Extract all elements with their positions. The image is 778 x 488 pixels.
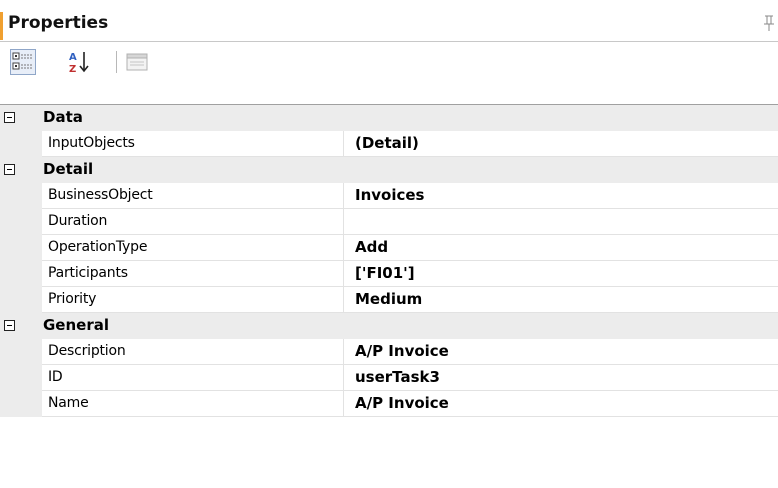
row-gutter	[0, 287, 42, 313]
column-divider[interactable]	[343, 183, 344, 209]
row-gutter	[0, 209, 42, 235]
category-label: Detail	[43, 160, 94, 178]
property-value[interactable]: ['FI01']	[355, 264, 415, 282]
column-divider[interactable]	[343, 365, 344, 391]
property-pages-icon[interactable]	[124, 49, 150, 75]
category-row-data[interactable]: Data	[0, 105, 778, 131]
row-gutter	[0, 339, 42, 365]
property-row[interactable]: Duration	[0, 209, 778, 235]
properties-panel: Properties A Z Data InputObjects (Detail…	[0, 0, 778, 488]
property-row[interactable]: ID userTask3	[0, 365, 778, 391]
category-label: Data	[43, 108, 83, 126]
category-row-general[interactable]: General	[0, 313, 778, 339]
property-name[interactable]: InputObjects	[48, 135, 135, 151]
property-value[interactable]: A/P Invoice	[355, 342, 449, 360]
property-name[interactable]: Description	[48, 343, 126, 359]
column-divider[interactable]	[343, 339, 344, 365]
panel-titlebar	[0, 8, 778, 40]
property-value[interactable]: Add	[355, 238, 388, 256]
property-name[interactable]: Name	[48, 395, 89, 411]
property-name[interactable]: Priority	[48, 291, 96, 307]
property-name[interactable]: Duration	[48, 213, 107, 229]
row-gutter	[0, 183, 42, 209]
row-gutter	[0, 261, 42, 287]
pin-icon[interactable]	[764, 13, 774, 33]
collapse-icon[interactable]	[4, 112, 15, 123]
column-divider[interactable]	[343, 261, 344, 287]
svg-text:Z: Z	[69, 64, 76, 75]
property-row[interactable]: BusinessObject Invoices	[0, 183, 778, 209]
property-row[interactable]: Participants ['FI01']	[0, 261, 778, 287]
property-grid: Data InputObjects (Detail) Detail BusinessOb…	[0, 105, 778, 417]
toolbar-separator	[116, 51, 117, 73]
property-value[interactable]: (Detail)	[355, 134, 419, 152]
svg-text:A: A	[69, 52, 77, 63]
column-divider[interactable]	[343, 235, 344, 261]
property-name[interactable]: BusinessObject	[48, 187, 153, 203]
column-divider[interactable]	[343, 131, 344, 157]
column-divider[interactable]	[343, 391, 344, 417]
row-gutter	[0, 131, 42, 157]
collapse-icon[interactable]	[4, 164, 15, 175]
property-row[interactable]: InputObjects (Detail)	[0, 131, 778, 157]
property-name[interactable]: ID	[48, 369, 63, 385]
column-divider[interactable]	[343, 287, 344, 313]
categorized-icon[interactable]	[10, 49, 36, 75]
row-gutter	[0, 365, 42, 391]
collapse-icon[interactable]	[4, 320, 15, 331]
property-name[interactable]: OperationType	[48, 239, 147, 255]
row-gutter	[0, 235, 42, 261]
sort-alphabetical-icon[interactable]: A Z	[66, 49, 92, 75]
property-value[interactable]: A/P Invoice	[355, 394, 449, 412]
property-row[interactable]: OperationType Add	[0, 235, 778, 261]
panel-title: Properties	[8, 13, 109, 33]
property-row[interactable]: Priority Medium	[0, 287, 778, 313]
row-gutter	[0, 391, 42, 417]
property-row[interactable]: Description A/P Invoice	[0, 339, 778, 365]
title-accent-bar	[0, 12, 3, 40]
category-row-detail[interactable]: Detail	[0, 157, 778, 183]
property-value[interactable]: Medium	[355, 290, 422, 308]
column-divider[interactable]	[343, 209, 344, 235]
property-value[interactable]: userTask3	[355, 368, 440, 386]
property-row[interactable]: Name A/P Invoice	[0, 391, 778, 417]
category-label: General	[43, 316, 109, 334]
property-value[interactable]: Invoices	[355, 186, 424, 204]
property-name[interactable]: Participants	[48, 265, 128, 281]
